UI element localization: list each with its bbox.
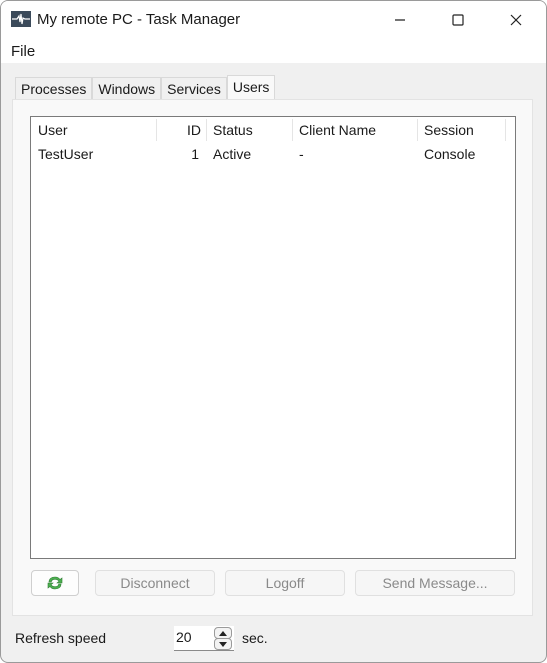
- refresh-speed-unit: sec.: [242, 630, 268, 646]
- send-message-button[interactable]: Send Message...: [355, 570, 515, 596]
- task-manager-window: My remote PC - Task Manager File Process…: [0, 0, 547, 663]
- refresh-speed-value[interactable]: 20: [176, 629, 192, 645]
- tab-windows[interactable]: Windows: [92, 77, 162, 100]
- column-divider[interactable]: [292, 119, 293, 141]
- title-bar[interactable]: My remote PC - Task Manager: [1, 1, 546, 39]
- disconnect-button[interactable]: Disconnect: [95, 570, 215, 596]
- refresh-speed-label: Refresh speed: [15, 630, 107, 646]
- cell-user: TestUser: [38, 146, 94, 162]
- menu-file[interactable]: File: [11, 43, 35, 60]
- cell-status: Active: [213, 146, 252, 162]
- users-tab-panel: User ID Status Client Name Session TestU…: [12, 99, 533, 616]
- maximize-button[interactable]: [435, 1, 481, 39]
- close-button[interactable]: [493, 1, 539, 39]
- arrow-up-icon: [219, 630, 227, 636]
- refresh-icon: [47, 576, 63, 590]
- close-icon: [510, 14, 522, 26]
- logoff-button[interactable]: Logoff: [225, 570, 345, 596]
- column-divider[interactable]: [206, 119, 207, 141]
- column-divider[interactable]: [505, 119, 506, 141]
- minimize-icon: [395, 19, 405, 21]
- column-header-status[interactable]: Status: [213, 117, 253, 143]
- tab-users[interactable]: Users: [226, 75, 276, 101]
- cell-client-name: -: [299, 146, 304, 162]
- column-header-client-name[interactable]: Client Name: [299, 117, 376, 143]
- spin-down-button[interactable]: [214, 638, 232, 650]
- column-header-session[interactable]: Session: [424, 117, 474, 143]
- minimize-button[interactable]: [377, 1, 423, 39]
- column-divider[interactable]: [417, 119, 418, 141]
- users-list[interactable]: User ID Status Client Name Session TestU…: [30, 116, 516, 559]
- maximize-icon: [452, 14, 464, 26]
- window-title: My remote PC - Task Manager: [37, 11, 241, 28]
- arrow-down-icon: [219, 641, 227, 647]
- tab-services[interactable]: Services: [161, 77, 227, 100]
- column-header-id[interactable]: ID: [157, 117, 201, 143]
- column-header-user[interactable]: User: [38, 117, 68, 143]
- refresh-button[interactable]: [31, 570, 79, 596]
- tab-bar: Processes Windows Services Users: [15, 75, 276, 101]
- menu-bar: File: [1, 39, 546, 63]
- cell-session: Console: [424, 146, 476, 162]
- cell-id: 1: [191, 146, 199, 162]
- refresh-speed-spinbox[interactable]: 20: [174, 626, 234, 651]
- activity-monitor-icon: [11, 11, 31, 27]
- tab-processes[interactable]: Processes: [15, 77, 93, 100]
